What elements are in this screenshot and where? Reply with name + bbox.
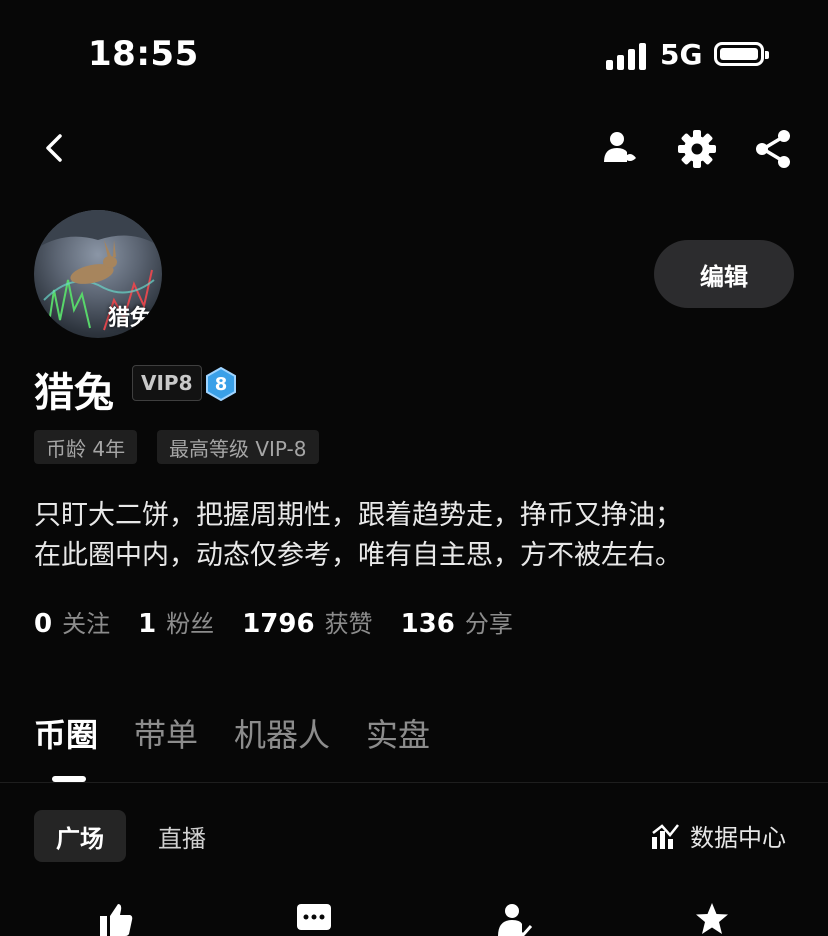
stat-label: 粉丝: [166, 610, 215, 638]
signal-icon: [606, 42, 648, 70]
stat-value: 0: [34, 609, 53, 639]
subtab-square[interactable]: 广场: [34, 810, 126, 862]
tab-crypto[interactable]: 币圈: [34, 710, 98, 756]
tab-live-trading[interactable]: 实盘: [366, 710, 430, 756]
gear-icon[interactable]: [676, 128, 718, 170]
person-icon[interactable]: [600, 128, 640, 168]
divider: [0, 782, 828, 783]
username: 猎兔: [34, 370, 114, 416]
stat-label: 关注: [62, 610, 111, 638]
tag-highest-level: 最高等级 VIP-8: [157, 430, 319, 464]
tag-coin-age: 币龄 4年: [34, 430, 138, 464]
tab-bots[interactable]: 机器人: [234, 710, 330, 756]
bio-line: 在此圈中内，动态仅参考，唯有自主思，方不被左右。: [34, 540, 682, 571]
stat-value: 1: [138, 609, 157, 639]
data-center-label: 数据中心: [690, 824, 786, 852]
data-center-link[interactable]: 数据中心: [650, 818, 786, 853]
stat-likes[interactable]: 1796 获赞: [242, 604, 372, 639]
avatar[interactable]: 猎兔: [34, 210, 162, 338]
chart-icon: [652, 823, 679, 849]
user-check-icon[interactable]: [496, 902, 532, 936]
star-icon[interactable]: [694, 902, 730, 936]
stat-value: 1796: [242, 609, 315, 639]
main-tabs: 币圈 带单 机器人 实盘: [34, 710, 430, 756]
network-label: 5G: [660, 38, 703, 71]
edit-button[interactable]: 编辑: [654, 240, 794, 308]
level-badge[interactable]: 8: [204, 366, 238, 402]
stat-shares[interactable]: 136 分享: [401, 604, 513, 639]
chevron-left-icon[interactable]: [36, 128, 76, 168]
stat-followers[interactable]: 1 粉丝: [138, 604, 214, 639]
level-number: 8: [214, 373, 228, 395]
battery-icon: [714, 42, 769, 66]
share-icon[interactable]: [752, 128, 794, 170]
stat-label: 获赞: [324, 610, 373, 638]
stats-row: 0 关注 1 粉丝 1796 获赞 136 分享: [34, 604, 513, 639]
stat-following[interactable]: 0 关注: [34, 604, 110, 639]
tab-copy-trading[interactable]: 带单: [134, 710, 198, 756]
bio: 只盯大二饼，把握周期性，跟着趋势走，挣币又挣油； 在此圈中内，动态仅参考，唯有自…: [34, 496, 682, 576]
bio-line: 只盯大二饼，把握周期性，跟着趋势走，挣币又挣油；: [34, 500, 682, 531]
stat-label: 分享: [464, 610, 513, 638]
thumbs-up-icon[interactable]: [98, 902, 134, 936]
avatar-text: 猎兔: [107, 306, 152, 331]
status-time: 18:55: [88, 34, 199, 74]
subtab-live[interactable]: 直播: [136, 810, 228, 862]
stat-value: 136: [400, 609, 455, 639]
comment-icon[interactable]: [296, 902, 332, 936]
vip-badge[interactable]: VIP8: [132, 365, 202, 401]
